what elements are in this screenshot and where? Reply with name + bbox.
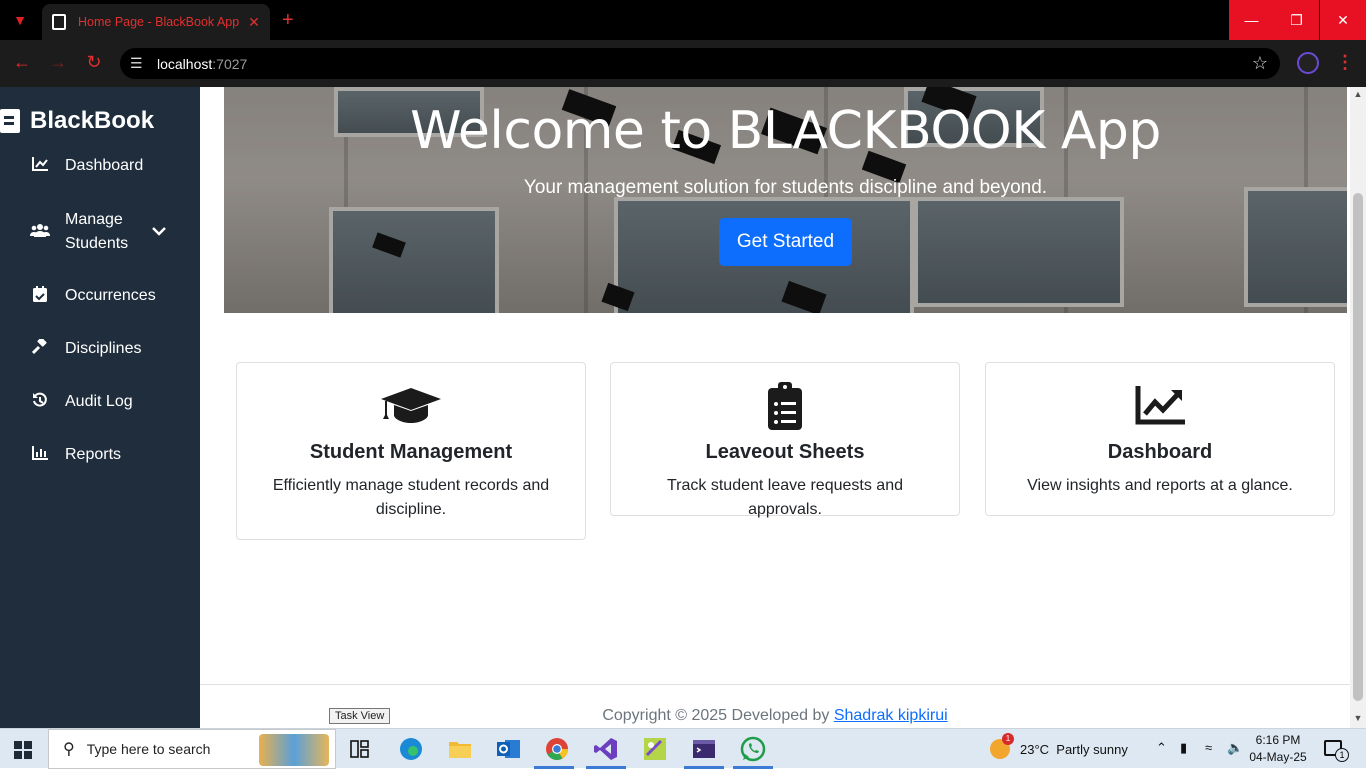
- url-port: :7027: [212, 55, 248, 72]
- get-started-button[interactable]: Get Started: [719, 218, 852, 266]
- tab-search-button[interactable]: ▼: [0, 0, 40, 40]
- task-view-tooltip: Task View: [329, 708, 391, 724]
- scroll-up-arrow[interactable]: ▲: [1350, 89, 1366, 99]
- edge-icon[interactable]: [396, 735, 426, 763]
- footer-copyright: Copyright © 2025 Developed by: [602, 707, 830, 724]
- history-icon: [30, 392, 50, 412]
- url-host: localhost: [157, 55, 213, 72]
- scrollbar-thumb[interactable]: [1353, 193, 1363, 701]
- users-icon: [30, 223, 50, 241]
- notification-count: 1: [1335, 748, 1349, 762]
- browser-tab[interactable]: Home Page - BlackBook App ✕: [42, 4, 270, 40]
- close-tab-icon[interactable]: ✕: [246, 14, 262, 31]
- hero-title: Welcome to BLACKBOOK App: [410, 101, 1161, 161]
- restore-button[interactable]: ❐: [1274, 0, 1319, 40]
- card-title: Leaveout Sheets: [705, 441, 865, 463]
- chart-trend-icon: [986, 383, 1334, 429]
- back-button[interactable]: ←: [10, 52, 34, 73]
- browser-toolbar: ← → ↻ ☰ localhost:7027 ☆: [0, 40, 1366, 87]
- visual-studio-icon[interactable]: [591, 735, 621, 763]
- weather-desc: Partly sunny: [1056, 741, 1128, 757]
- bar-chart-icon: [30, 446, 50, 464]
- task-view-icon[interactable]: [345, 735, 375, 763]
- card-description: Track student leave requests and approva…: [667, 477, 903, 518]
- gavel-icon: [30, 337, 50, 359]
- page-scrollbar[interactable]: ▲ ▼: [1350, 87, 1366, 728]
- chevron-up-icon[interactable]: ⌃: [1156, 740, 1167, 756]
- sidebar: BlackBook Dashboard Manage Students Occu…: [0, 87, 200, 728]
- sidebar-item-audit-log[interactable]: Audit Log: [0, 391, 200, 413]
- card-title: Student Management: [309, 441, 513, 463]
- hero-banner: Welcome to BLACKBOOK App Your management…: [224, 87, 1347, 313]
- minimize-button[interactable]: —: [1229, 0, 1274, 40]
- book-icon: [0, 109, 20, 133]
- taskbar-search-box[interactable]: ⚲ Type here to search: [48, 729, 336, 769]
- browser-titlebar: ▼ Home Page - BlackBook App ✕ + — ❐ ✕: [0, 0, 1366, 40]
- sidebar-item-occurrences[interactable]: Occurrences: [0, 285, 200, 307]
- search-icon: ⚲: [63, 741, 75, 758]
- outlook-icon[interactable]: [494, 735, 524, 763]
- clock-time: 6:16 PM: [1255, 733, 1301, 747]
- tab-title: Home Page - BlackBook App: [78, 15, 240, 29]
- battery-icon[interactable]: ▮: [1180, 740, 1187, 756]
- windows-start-icon[interactable]: [14, 741, 32, 759]
- volume-icon[interactable]: 🔈: [1227, 740, 1243, 756]
- bookmark-star-icon[interactable]: ☆: [1252, 53, 1268, 74]
- feature-card-dashboard: Dashboard View insights and reports at a…: [985, 362, 1335, 516]
- profile-avatar[interactable]: [1297, 52, 1319, 74]
- footer-divider: [200, 684, 1350, 685]
- feature-card-leaveout-sheets: Leaveout Sheets Track student leave requ…: [610, 362, 960, 518]
- sidebar-item-manage-students[interactable]: Manage Students: [0, 207, 200, 257]
- calendar-check-icon: [30, 286, 50, 306]
- windows-taskbar: ⚲ Type here to search 1 23°C Partly sunn…: [0, 728, 1366, 769]
- weather-temp: 23°C: [1020, 741, 1050, 757]
- sidebar-item-label: Disciplines: [65, 340, 142, 357]
- feature-card-student-management: Student Management Efficiently manage st…: [236, 362, 586, 540]
- card-description: View insights and reports at a glance.: [1027, 477, 1293, 494]
- notification-center-icon[interactable]: 1: [1324, 740, 1349, 762]
- graduation-cap-icon: [237, 383, 585, 429]
- wifi-icon[interactable]: ≈: [1205, 740, 1212, 755]
- forward-button[interactable]: →: [46, 52, 70, 73]
- sidebar-item-label: Manage Students: [65, 211, 129, 252]
- sidebar-item-label: Audit Log: [65, 393, 133, 410]
- brand-name: BlackBook: [30, 107, 155, 134]
- clipboard-list-icon: [611, 382, 959, 430]
- card-title: Dashboard: [1107, 441, 1213, 463]
- main-content: Welcome to BLACKBOOK App Your management…: [200, 87, 1350, 728]
- browser-menu-icon[interactable]: ⋮: [1336, 52, 1354, 73]
- taskbar-search-placeholder: Type here to search: [86, 741, 211, 757]
- brand-logo[interactable]: BlackBook: [0, 107, 154, 135]
- sidebar-item-label: Reports: [65, 446, 122, 463]
- hero-subtitle: Your management solution for students di…: [523, 177, 1048, 198]
- sidebar-item-reports[interactable]: Reports: [0, 444, 200, 466]
- weather-badge: 1: [1002, 733, 1014, 745]
- sidebar-item-dashboard[interactable]: Dashboard: [0, 155, 200, 177]
- sketch-app-icon[interactable]: [640, 735, 670, 763]
- sidebar-item-label: Occurrences: [65, 287, 156, 304]
- whatsapp-icon[interactable]: [738, 735, 768, 763]
- scroll-down-arrow[interactable]: ▼: [1350, 713, 1366, 723]
- chart-line-icon: [30, 157, 50, 175]
- document-icon: [52, 14, 66, 30]
- weather-widget[interactable]: 1 23°C Partly sunny: [990, 729, 1128, 769]
- close-window-button[interactable]: ✕: [1320, 0, 1366, 40]
- search-highlight-image: [259, 734, 329, 766]
- system-clock[interactable]: 6:16 PM 04-May-25: [1248, 732, 1308, 766]
- chevron-down-icon[interactable]: [152, 223, 166, 241]
- card-description: Efficiently manage student records and d…: [272, 477, 550, 518]
- terminal-icon[interactable]: [689, 735, 719, 763]
- file-explorer-icon[interactable]: [445, 735, 475, 763]
- clock-date: 04-May-25: [1249, 750, 1307, 764]
- partly-sunny-icon: 1: [990, 733, 1014, 759]
- sidebar-item-disciplines[interactable]: Disciplines: [0, 337, 200, 360]
- footer-author-link[interactable]: Shadrak kipkirui: [834, 707, 948, 724]
- address-bar[interactable]: ☰ localhost:7027 ☆: [120, 48, 1280, 79]
- reload-button[interactable]: ↻: [82, 52, 106, 73]
- sidebar-item-label: Dashboard: [65, 157, 144, 174]
- chrome-icon[interactable]: [542, 735, 572, 763]
- new-tab-button[interactable]: +: [282, 8, 294, 32]
- site-settings-icon[interactable]: ☰: [130, 55, 150, 72]
